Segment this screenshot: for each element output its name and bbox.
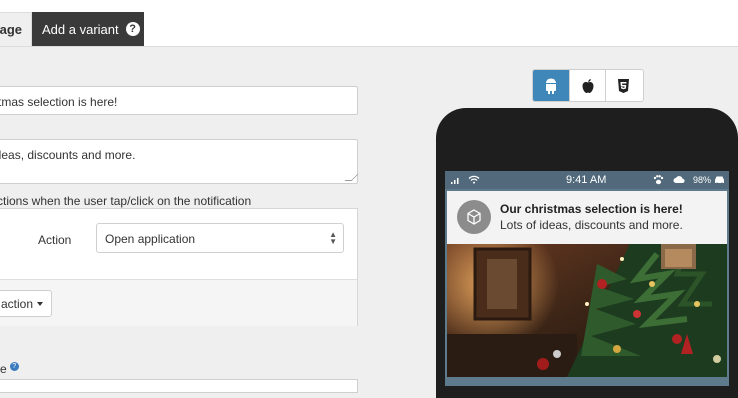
web-button[interactable] (605, 70, 641, 101)
action-panel: Action Open application ▲ ▼ action (0, 208, 358, 326)
notification-title: Our christmas selection is here! (500, 202, 683, 216)
add-variant-label: Add a variant (42, 21, 119, 37)
car-icon (715, 176, 724, 185)
cloud-icon (673, 176, 685, 183)
select-arrows-icon: ▲ ▼ (329, 230, 337, 246)
action-select[interactable]: Open application ▲ ▼ (96, 223, 344, 253)
field-label-text: e (0, 362, 7, 376)
apple-icon (582, 78, 593, 93)
action-label: Action (38, 233, 72, 247)
action-panel-footer: action (0, 279, 357, 326)
notification-body: Lots of ideas, discounts and more. (500, 218, 683, 232)
ios-button[interactable] (569, 70, 605, 101)
tab-bar: age Add a variant ? (0, 0, 738, 47)
add-action-button[interactable]: action (0, 290, 52, 317)
add-variant-button[interactable]: Add a variant ? (32, 12, 144, 46)
action-select-value: Open application (105, 232, 196, 246)
status-bar: 9:41 AM 98% (445, 171, 729, 189)
android-button[interactable] (533, 70, 569, 101)
title-input[interactable]: stmas selection is here! (0, 86, 358, 115)
caret-down-icon (37, 301, 43, 306)
notification-card[interactable]: Our christmas selection is here! Lots of… (447, 191, 727, 244)
message-textarea-value: ideas, discounts and more. (0, 148, 136, 162)
field-label: e? (0, 362, 19, 376)
platform-switcher (532, 69, 644, 102)
signal-icon (451, 178, 459, 184)
cube-icon (457, 200, 491, 234)
add-action-label: action (0, 296, 33, 311)
notification-image (447, 244, 727, 377)
resize-handle-icon[interactable] (344, 174, 359, 181)
html5-icon (618, 78, 629, 93)
phone-screen: 9:41 AM 98% Our christmas selection is h… (445, 171, 729, 386)
message-textarea[interactable]: ideas, discounts and more. (0, 139, 359, 184)
tab-message[interactable]: age (0, 12, 32, 46)
bottom-input[interactable] (0, 379, 358, 393)
paw-icon (653, 175, 664, 185)
question-icon[interactable]: ? (9, 362, 19, 371)
tab-message-label: age (0, 22, 22, 37)
actions-caption: ctions when the user tap/click on the no… (0, 194, 252, 208)
android-icon (546, 78, 556, 94)
battery-percent: 98% (693, 175, 712, 185)
status-time: 9:41 AM (566, 174, 607, 186)
title-input-value: stmas selection is here! (0, 95, 118, 109)
help-icon[interactable]: ? (125, 22, 140, 36)
wifi-icon (468, 175, 480, 184)
